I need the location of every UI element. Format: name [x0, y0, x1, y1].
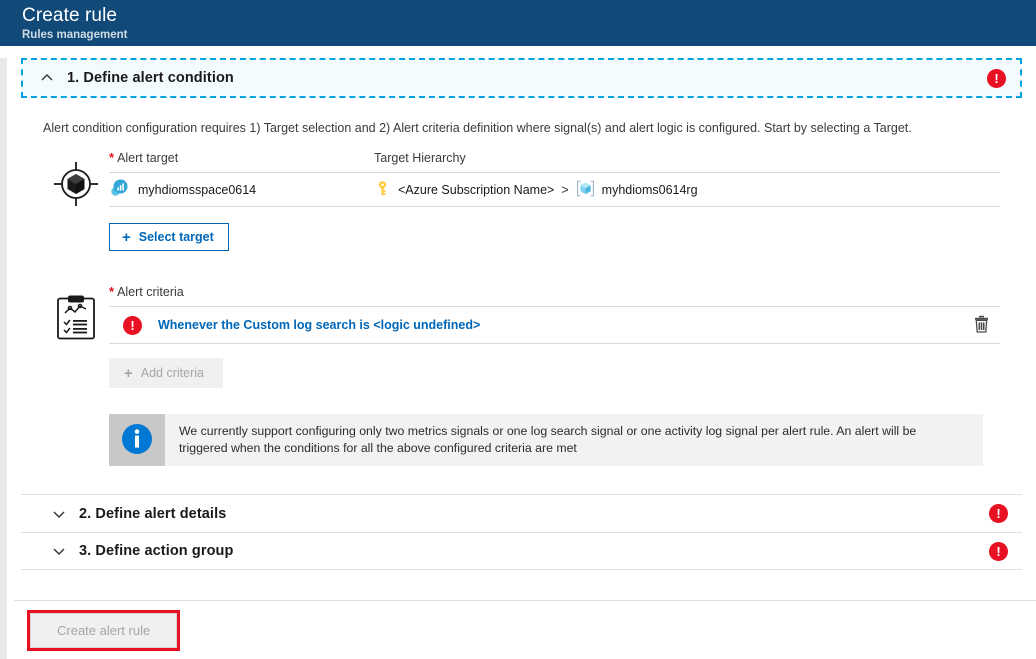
select-target-button[interactable]: + Select target — [109, 223, 229, 251]
add-criteria-button[interactable]: + Add criteria — [109, 358, 223, 388]
log-analytics-workspace-icon — [109, 179, 128, 201]
info-banner: We currently support configuring only tw… — [109, 414, 983, 466]
info-banner-text: We currently support configuring only tw… — [165, 414, 983, 466]
page-title: Create rule — [22, 4, 1036, 27]
chevron-down-icon-2 — [51, 506, 67, 522]
page-body: 1. Define alert condition ! Alert condit… — [0, 58, 1036, 659]
plus-icon-select-target: + — [122, 231, 131, 244]
criteria-item-link[interactable]: Whenever the Custom log search is <logic… — [158, 318, 480, 332]
target-cube-icon — [53, 161, 99, 210]
chevron-up-icon — [39, 70, 55, 86]
section-header-define-alert-condition[interactable]: 1. Define alert condition ! — [21, 58, 1022, 98]
status-badge-error-3: ! — [989, 542, 1008, 561]
create-alert-rule-button[interactable]: Create alert rule — [30, 613, 177, 648]
chevron-down-icon-3 — [51, 543, 67, 559]
info-icon-box — [109, 414, 165, 466]
condition-description: Alert condition configuration requires 1… — [43, 120, 1000, 137]
collapsed-sections: 2. Define alert details ! 3. Define acti… — [7, 494, 1036, 570]
status-badge-error-1: ! — [987, 69, 1006, 88]
hierarchy-separator: > — [561, 183, 568, 197]
required-marker-criteria: * — [109, 285, 114, 299]
section-header-define-alert-details[interactable]: 2. Define alert details ! — [21, 494, 1022, 532]
target-value-row: myhdiomsspace0614 — [109, 172, 1000, 207]
delete-criteria-button[interactable] — [970, 314, 992, 336]
status-badge-error-2: ! — [989, 504, 1008, 523]
section-title-3: 3. Define action group — [79, 543, 233, 559]
criteria-fields: *Alert criteria ! Whenever the Custom lo… — [109, 285, 1000, 388]
criteria-label-row: *Alert criteria — [109, 285, 1000, 306]
status-badge-error-criteria: ! — [123, 316, 142, 335]
create-rule-page: Create rule Rules management 1. Define a… — [0, 0, 1036, 647]
info-icon — [120, 422, 154, 459]
resource-group-name: myhdioms0614rg — [602, 183, 698, 197]
alert-target-label-wrap: *Alert target — [109, 151, 374, 165]
target-fields: *Alert target Target Hierarchy — [109, 151, 1000, 251]
subscription-name: <Azure Subscription Name> — [398, 183, 554, 197]
target-hierarchy-label: Target Hierarchy — [374, 151, 466, 165]
add-criteria-button-label: Add criteria — [141, 366, 204, 380]
target-resource-name: myhdiomsspace0614 — [138, 183, 256, 197]
plus-icon-add-criteria: + — [124, 367, 133, 380]
content-area: 1. Define alert condition ! Alert condit… — [7, 58, 1036, 570]
trash-icon — [973, 315, 990, 336]
criteria-icon-col — [43, 285, 109, 344]
page-subtitle: Rules management — [22, 28, 1036, 43]
required-marker-target: * — [109, 150, 114, 165]
section-body-define-alert-condition: Alert condition configuration requires 1… — [7, 98, 1036, 466]
alert-criteria-block: *Alert criteria ! Whenever the Custom lo… — [43, 285, 1000, 388]
alert-target-block: *Alert target Target Hierarchy — [43, 151, 1000, 251]
target-icon-col — [43, 151, 109, 210]
key-icon — [374, 180, 391, 200]
target-hierarchy-cell: <Azure Subscription Name> > — [374, 179, 698, 201]
alert-criteria-label: Alert criteria — [117, 285, 184, 299]
criteria-clipboard-icon — [54, 295, 98, 344]
section-title-1: 1. Define alert condition — [67, 70, 234, 86]
section-header-define-action-group[interactable]: 3. Define action group ! — [21, 532, 1022, 570]
target-resource-cell: myhdiomsspace0614 — [109, 179, 374, 201]
section-title-2: 2. Define alert details — [79, 506, 226, 522]
annotation-highlight: Create alert rule — [27, 610, 180, 651]
page-header: Create rule Rules management — [0, 0, 1036, 46]
target-labels-row: *Alert target Target Hierarchy — [109, 151, 1000, 172]
resource-group-icon — [576, 179, 595, 201]
page-footer: Create alert rule — [14, 600, 1036, 659]
criteria-item-row[interactable]: ! Whenever the Custom log search is <log… — [109, 306, 1000, 344]
select-target-button-label: Select target — [139, 230, 214, 244]
alert-target-label: Alert target — [117, 151, 178, 165]
